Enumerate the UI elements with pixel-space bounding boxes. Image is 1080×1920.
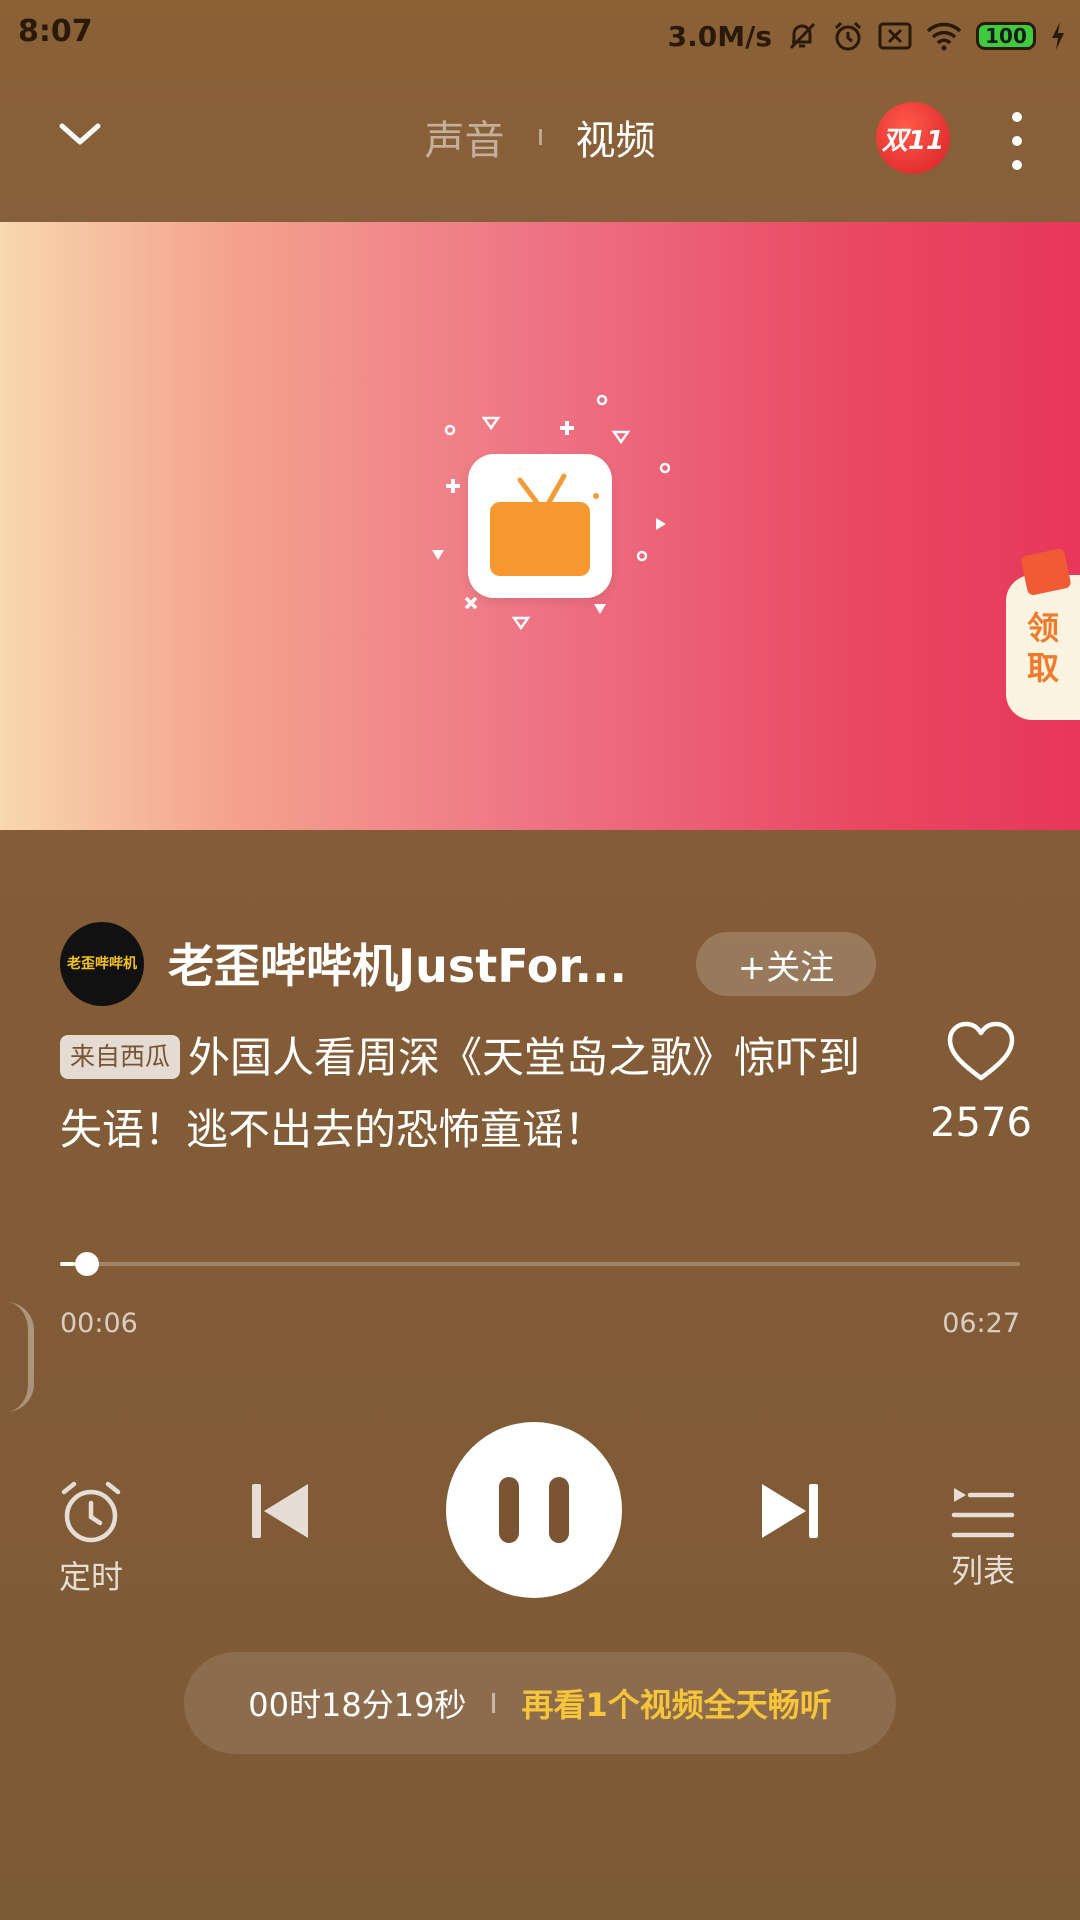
more-dot xyxy=(1012,160,1022,170)
pause-bar xyxy=(499,1477,519,1543)
track-title-block: 来自西瓜 外国人看周深《天堂岛之歌》惊吓到失语！逃不出去的恐怖童谣！ xyxy=(60,1022,890,1166)
total-time: 06:27 xyxy=(942,1308,1020,1339)
pause-bar xyxy=(549,1477,569,1543)
wifi-icon xyxy=(926,22,962,51)
progress-thumb[interactable] xyxy=(74,1252,99,1276)
timer-label: 定时 xyxy=(58,1558,123,1596)
edge-swipe-handle[interactable] xyxy=(6,1302,34,1412)
claim-label-top: 领 xyxy=(1026,608,1059,647)
mute-bell-icon xyxy=(789,22,816,50)
alarm-icon xyxy=(834,21,862,51)
follow-button[interactable]: +关注 xyxy=(696,932,876,996)
tab-audio[interactable]: 声音 xyxy=(425,108,505,166)
charging-icon xyxy=(1052,22,1064,50)
status-icons: 3.0M/s 100 xyxy=(668,14,1066,58)
double11-promo-badge[interactable]: 双11 xyxy=(876,102,950,174)
pill-divider xyxy=(492,1693,496,1713)
more-dot xyxy=(1012,112,1022,122)
progress-fill xyxy=(60,1262,75,1266)
tv-icon xyxy=(490,473,599,576)
like-count: 2576 xyxy=(930,1100,1032,1146)
more-options-button[interactable] xyxy=(1000,112,1034,170)
claim-label-bottom: 取 xyxy=(1026,648,1059,687)
creator-avatar[interactable]: 老歪哔哔机 xyxy=(60,922,144,1006)
creator-name[interactable]: 老歪哔哔机JustFor... xyxy=(168,930,627,996)
tab-video[interactable]: 视频 xyxy=(576,108,656,166)
alarm-clock-icon xyxy=(61,1481,121,1543)
countdown-text: 00时18分19秒 xyxy=(248,1686,467,1724)
sleep-timer-button[interactable]: 定时 xyxy=(48,1478,134,1598)
progress-track[interactable] xyxy=(60,1262,1020,1266)
skip-previous-icon xyxy=(252,1484,308,1538)
status-time: 8:07 xyxy=(18,14,93,49)
source-tag: 来自西瓜 xyxy=(60,1034,181,1079)
tv-logo-card xyxy=(468,454,612,598)
more-dot xyxy=(1012,136,1022,146)
claim-reward-tab[interactable]: 领 取 xyxy=(1006,575,1080,720)
next-button[interactable] xyxy=(756,1478,822,1544)
skip-next-icon xyxy=(762,1484,818,1538)
playlist-button[interactable]: 列表 xyxy=(948,1482,1018,1592)
list-label: 列表 xyxy=(950,1552,1015,1590)
listen-reward-bar[interactable]: 00时18分19秒 再看1个视频全天畅听 xyxy=(184,1652,896,1754)
playlist-icon xyxy=(951,1488,1015,1538)
pause-button[interactable] xyxy=(446,1422,622,1598)
watch-video-cta[interactable]: 再看1个视频全天畅听 xyxy=(521,1680,831,1726)
tab-divider xyxy=(538,129,542,145)
sim-x-icon xyxy=(878,22,912,50)
previous-button[interactable] xyxy=(248,1478,314,1544)
like-button[interactable] xyxy=(946,1020,1016,1084)
network-speed: 3.0M/s xyxy=(667,19,772,53)
current-time: 00:06 xyxy=(60,1308,138,1339)
heart-icon xyxy=(947,1021,1015,1081)
battery-indicator: 100 xyxy=(976,22,1036,50)
